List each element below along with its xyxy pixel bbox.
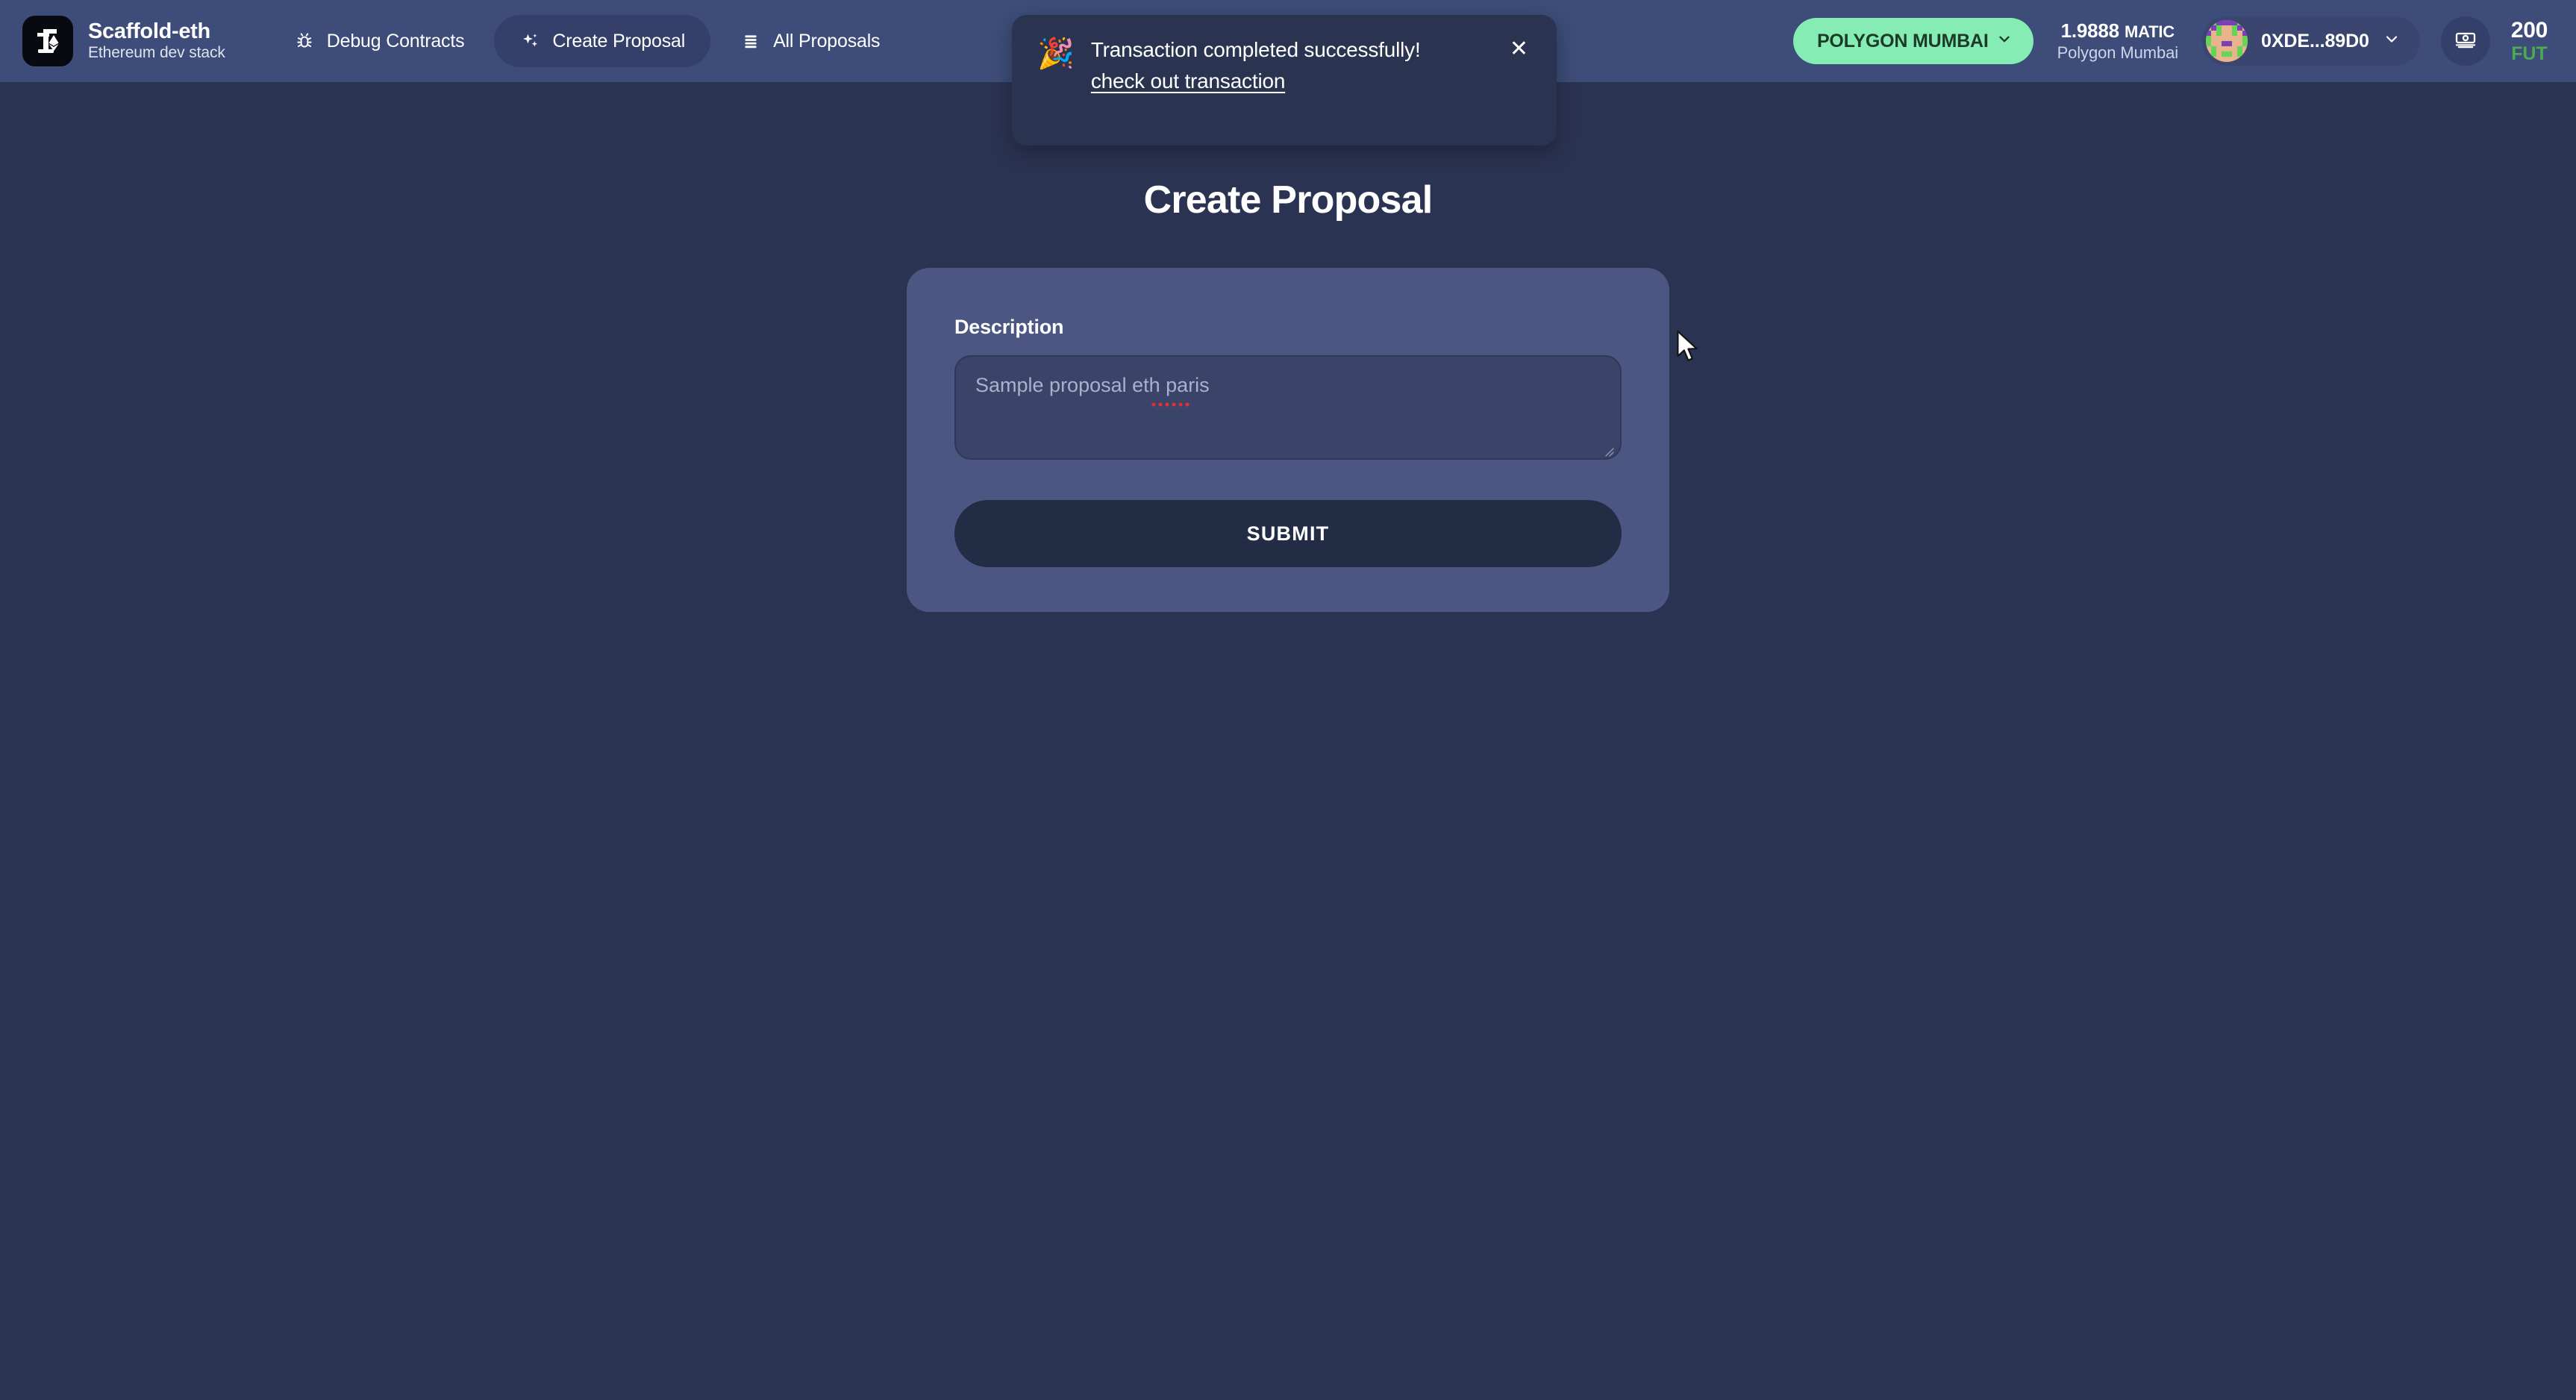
toast-body: Transaction completed successfully! ✕ ch…: [1091, 37, 1531, 120]
toast-message: Transaction completed successfully!: [1090, 38, 1421, 61]
toast-header-row: Transaction completed successfully! ✕: [1091, 37, 1531, 63]
party-popper-icon: 🎉: [1037, 37, 1075, 70]
brand-title: Scaffold-eth: [88, 19, 210, 43]
main-nav: Debug Contracts Create Proposal All Prop…: [269, 15, 906, 67]
nav-item-label: Create Proposal: [552, 30, 686, 51]
main-content: Create Proposal Description SUBMIT: [0, 82, 2576, 612]
create-proposal-card: Description SUBMIT: [907, 268, 1669, 612]
wallet-address-button[interactable]: 0XDE...89D0: [2202, 16, 2420, 66]
banknote-icon: [2454, 28, 2477, 55]
description-input[interactable]: [954, 355, 1622, 460]
chevron-down-icon: [1996, 31, 2013, 52]
nav-item-all-proposals[interactable]: All Proposals: [715, 15, 905, 67]
blockie-avatar: [2206, 20, 2248, 62]
description-label: Description: [954, 316, 1064, 338]
bug-icon: [294, 31, 315, 51]
nav-item-label: All Proposals: [773, 30, 881, 51]
toast-transaction-link[interactable]: check out transaction: [1091, 69, 1286, 93]
brand-text: Scaffold-eth Ethereum dev stack: [88, 19, 225, 62]
token-symbol: FUT: [2511, 43, 2548, 64]
header-right-cluster: POLYGON MUMBAI 1.9888 MATIC Polygon Mumb…: [1792, 16, 2551, 66]
network-label: POLYGON MUMBAI: [1816, 30, 1989, 51]
nav-item-label: Debug Contracts: [326, 30, 465, 51]
close-icon[interactable]: ✕: [1507, 38, 1531, 60]
network-selector-button[interactable]: POLYGON MUMBAI: [1792, 18, 2033, 64]
app-header: Scaffold-eth Ethereum dev stack Debug Co…: [0, 0, 2576, 146]
toast-notification: 🎉 Transaction completed successfully! ✕ …: [1012, 15, 1557, 146]
description-field-wrapper: [954, 355, 1622, 463]
chevron-down-icon: [2383, 30, 2401, 53]
submit-button[interactable]: SUBMIT: [954, 500, 1622, 567]
wallet-address-label: 0XDE...89D0: [2261, 30, 2369, 51]
nav-item-create-proposal[interactable]: Create Proposal: [494, 15, 711, 67]
balance-amount: 1.9888 MATIC: [2060, 19, 2175, 42]
token-amount: 200: [2510, 17, 2548, 43]
nav-item-debug-contracts[interactable]: Debug Contracts: [269, 15, 490, 67]
list-icon: [740, 31, 761, 51]
balance-display[interactable]: 1.9888 MATIC Polygon Mumbai: [2054, 19, 2181, 63]
brand-subtitle: Ethereum dev stack: [88, 44, 225, 62]
sparkles-icon: [519, 31, 540, 51]
balance-network-name: Polygon Mumbai: [2057, 43, 2179, 62]
scaffold-eth-logo-icon: [22, 16, 73, 66]
token-balance: 200 FUT: [2511, 18, 2551, 65]
faucet-button[interactable]: [2440, 16, 2490, 66]
brand[interactable]: Scaffold-eth Ethereum dev stack: [22, 16, 225, 66]
page-title: Create Proposal: [1143, 178, 1434, 222]
